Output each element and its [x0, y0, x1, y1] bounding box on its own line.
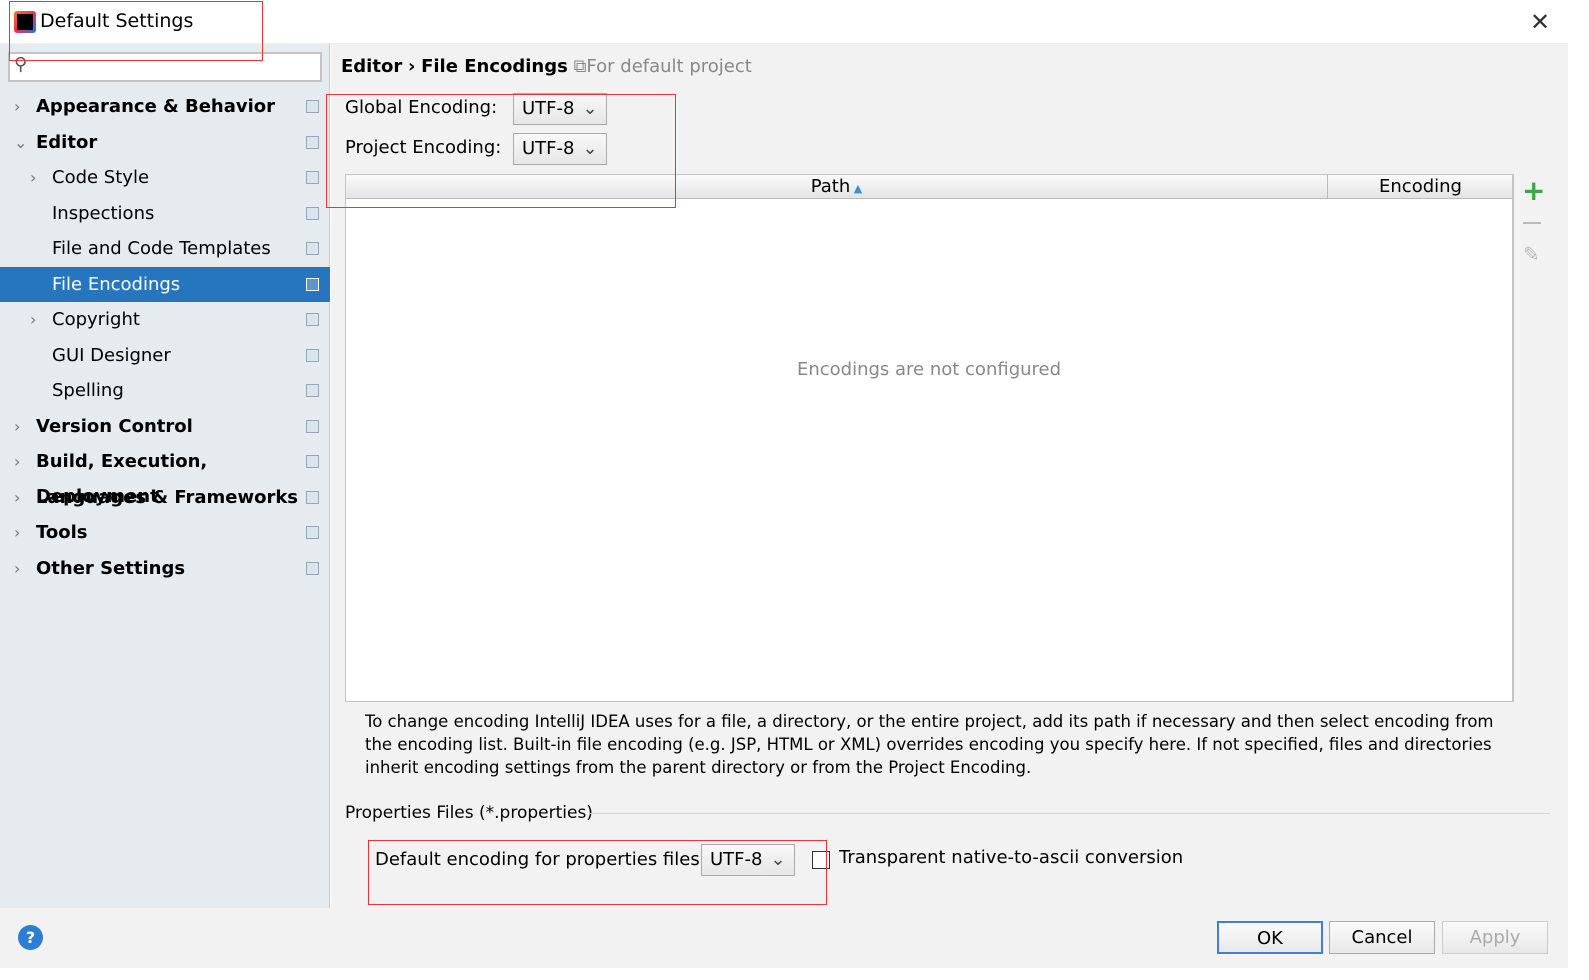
sidebar-item[interactable]: ⌄ Editor [0, 125, 330, 160]
project-scope-icon [306, 455, 319, 468]
search-icon: ⚲ [14, 54, 28, 75]
table-header: Path ▲ Encoding [346, 175, 1512, 199]
chevron-down-icon: ⌄ [770, 849, 786, 870]
column-path[interactable]: Path ▲ [346, 175, 1328, 198]
help-icon[interactable]: ? [18, 925, 43, 950]
chevron-right-icon[interactable]: › [30, 160, 36, 195]
encodings-table[interactable]: Path ▲ Encoding Encodings are not config… [345, 174, 1513, 702]
sidebar-item[interactable]: › Version Control [0, 409, 330, 444]
sidebar-item-label: File Encodings [52, 273, 181, 295]
sidebar-item-label: Spelling [52, 380, 124, 401]
chevron-right-icon[interactable]: › [14, 409, 20, 444]
window-title: Default Settings [40, 10, 194, 32]
project-scope-icon [306, 384, 319, 397]
sidebar-item[interactable]: › Languages & Frameworks [0, 480, 330, 515]
project-scope-icon [306, 348, 319, 362]
remove-icon[interactable] [1523, 222, 1541, 224]
breadcrumb: Editor › File Encodings ⧉For default pro… [341, 56, 752, 77]
sidebar-item-label: Version Control [36, 415, 193, 437]
sidebar-item-label: Tools [36, 522, 88, 543]
search-input[interactable]: ⚲ [8, 52, 322, 82]
sidebar-item[interactable]: › Other Settings [0, 551, 330, 586]
add-icon[interactable]: + [1522, 174, 1545, 207]
project-scope-icon [306, 135, 319, 149]
sidebar-item[interactable]: Spelling [0, 373, 330, 408]
global-encoding-label: Global Encoding: [345, 97, 498, 118]
cancel-button[interactable]: Cancel [1329, 921, 1435, 954]
project-encoding-label: Project Encoding: [345, 137, 502, 158]
sidebar-item[interactable]: › Code Style [0, 160, 330, 195]
ok-button[interactable]: OK [1217, 921, 1323, 954]
chevron-right-icon[interactable]: › [14, 444, 20, 479]
close-icon[interactable]: ✕ [1530, 8, 1550, 36]
sidebar-item-label: Inspections [52, 202, 155, 224]
chevron-right-icon[interactable]: › [14, 551, 20, 586]
project-scope-icon [306, 313, 319, 326]
native-to-ascii-checkbox[interactable] [812, 851, 830, 869]
sidebar-item-label: File and Code Templates [52, 238, 271, 259]
breadcrumb-parent[interactable]: Editor [341, 56, 402, 77]
sidebar-item[interactable]: File and Code Templates [0, 231, 330, 266]
sidebar-item-label: Code Style [52, 167, 150, 188]
chevron-right-icon[interactable]: › [30, 302, 36, 337]
sidebar-item-label: Copyright [52, 309, 140, 330]
chevron-down-icon[interactable]: ⌄ [14, 125, 27, 160]
edit-pencil-icon[interactable]: ✎ [1523, 242, 1540, 266]
sidebar-item-label: Appearance & Behavior [36, 96, 276, 117]
chevron-down-icon: ⌄ [582, 138, 598, 159]
sidebar-item[interactable]: › Tools [0, 515, 330, 550]
project-scope-icon [306, 526, 319, 539]
chevron-right-icon[interactable]: › [14, 89, 20, 124]
sidebar-item-label: Editor [36, 131, 98, 153]
project-scope-icon [306, 206, 319, 220]
sort-ascending-icon: ▲ [850, 182, 863, 195]
sidebar-item[interactable]: › Build, Execution, Deployment [0, 444, 330, 507]
project-scope-icon [306, 419, 319, 433]
sidebar-item-label: Languages & Frameworks [36, 486, 299, 508]
section-divider [590, 813, 1550, 814]
description-text: To change encoding IntelliJ IDEA uses fo… [365, 712, 1494, 777]
breadcrumb-current: File Encodings [421, 56, 568, 77]
native-to-ascii-label[interactable]: Transparent native-to-ascii conversion [839, 847, 1183, 868]
project-scope-icon [306, 171, 319, 184]
project-scope-icon [306, 100, 319, 113]
intellij-logo-icon [14, 11, 36, 33]
chevron-right-icon[interactable]: › [14, 515, 20, 550]
scope-icon: ⧉ [573, 56, 587, 77]
column-encoding[interactable]: Encoding [1329, 175, 1512, 198]
sidebar-item[interactable]: › Appearance & Behavior [0, 89, 330, 124]
empty-table-text: Encodings are not configured [796, 359, 1062, 380]
properties-encoding-label: Default encoding for properties files: [375, 849, 706, 870]
chevron-down-icon: ⌄ [582, 98, 598, 119]
chevron-right-icon[interactable]: › [14, 480, 20, 515]
global-encoding-select[interactable]: UTF-8 ⌄ [513, 93, 607, 125]
table-toolbar: + ✎ [1513, 174, 1551, 702]
sidebar-item-label: GUI Designer [52, 344, 171, 366]
properties-section-title: Properties Files (*.properties) [345, 803, 593, 823]
project-scope-icon [306, 490, 319, 504]
breadcrumb-sep: › [407, 56, 416, 77]
title-bar [0, 0, 1568, 44]
project-encoding-select[interactable]: UTF-8 ⌄ [513, 133, 607, 165]
sidebar-item[interactable]: File Encodings [0, 266, 330, 302]
apply-button[interactable]: Apply [1442, 921, 1548, 954]
sidebar-item-label: Other Settings [36, 557, 186, 579]
properties-encoding-select[interactable]: UTF-8 ⌄ [701, 844, 795, 876]
sidebar-item[interactable]: Inspections [0, 196, 330, 231]
sidebar-item[interactable]: › Copyright [0, 302, 330, 337]
project-scope-icon [306, 561, 319, 575]
scope-label: For default project [586, 56, 752, 77]
project-scope-icon [306, 242, 319, 255]
project-scope-icon [306, 277, 319, 291]
sidebar-item[interactable]: GUI Designer [0, 338, 330, 373]
